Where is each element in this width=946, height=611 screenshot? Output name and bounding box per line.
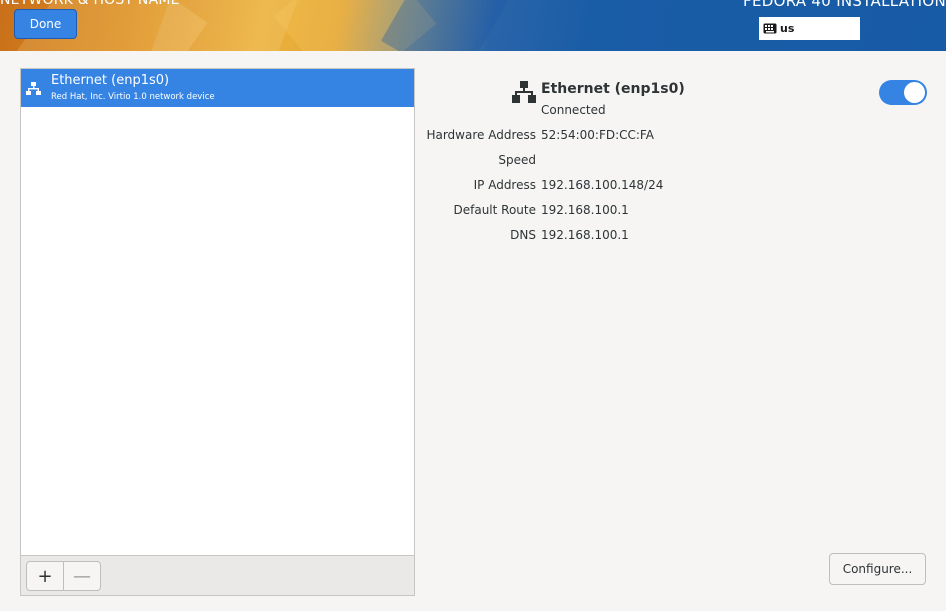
device-list-toolbar: + — bbox=[21, 555, 414, 595]
configure-button[interactable]: Configure... bbox=[829, 553, 926, 585]
network-device-item[interactable]: Ethernet (enp1s0) Red Hat, Inc. Virtio 1… bbox=[21, 69, 414, 107]
ip-address-value: 192.168.100.148/24 bbox=[541, 178, 664, 192]
keyboard-layout-label: us bbox=[780, 22, 795, 35]
keyboard-layout-indicator[interactable]: us bbox=[759, 17, 860, 40]
add-device-button[interactable]: + bbox=[26, 561, 64, 591]
header-facet bbox=[381, 0, 509, 51]
dns-label: DNS bbox=[510, 228, 536, 242]
hardware-address-label: Hardware Address bbox=[426, 128, 536, 142]
network-device-name: Ethernet (enp1s0) bbox=[51, 73, 170, 88]
network-wired-icon bbox=[512, 81, 536, 103]
device-connection-status: Connected bbox=[541, 103, 606, 117]
network-device-list: Ethernet (enp1s0) Red Hat, Inc. Virtio 1… bbox=[20, 68, 415, 596]
speed-label: Speed bbox=[498, 153, 536, 167]
installation-title: FEDORA 40 INSTALLATION bbox=[743, 0, 946, 10]
network-wired-icon bbox=[26, 82, 41, 95]
remove-device-button[interactable]: — bbox=[63, 561, 101, 591]
done-button[interactable]: Done bbox=[14, 9, 77, 39]
device-detail-name: Ethernet (enp1s0) bbox=[541, 81, 685, 97]
device-enable-switch[interactable] bbox=[879, 80, 927, 105]
spoke-title: NETWORK & HOST NAME bbox=[0, 0, 180, 8]
default-route-label: Default Route bbox=[453, 203, 537, 217]
keyboard-icon bbox=[763, 23, 777, 34]
ip-address-label: IP Address bbox=[473, 178, 536, 192]
hardware-address-value: 52:54:00:FD:CC:FA bbox=[541, 128, 654, 142]
header-bar: NETWORK & HOST NAME FEDORA 40 INSTALLATI… bbox=[0, 0, 946, 51]
switch-knob bbox=[904, 82, 925, 103]
dns-value: 192.168.100.1 bbox=[541, 228, 629, 242]
network-device-description: Red Hat, Inc. Virtio 1.0 network device bbox=[51, 92, 215, 102]
default-route-value: 192.168.100.1 bbox=[541, 203, 629, 217]
